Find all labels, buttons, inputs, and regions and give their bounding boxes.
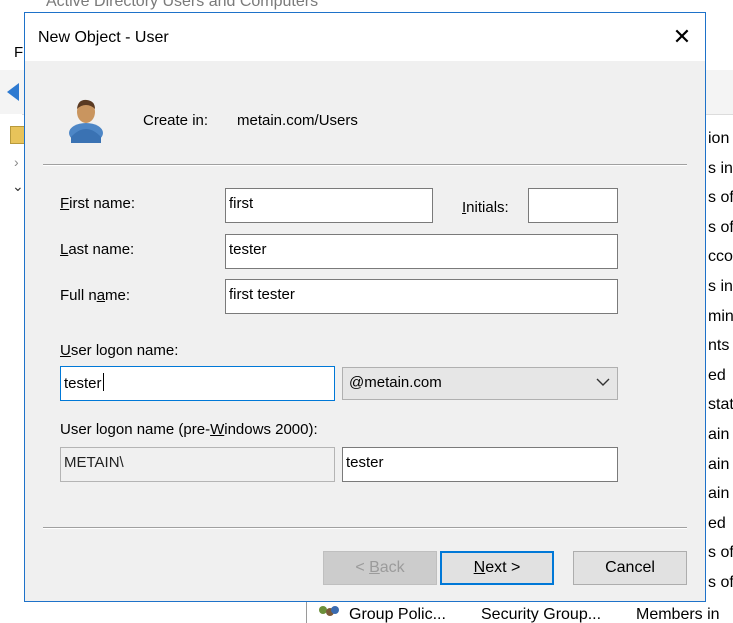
last-name-label: Last name: [60, 241, 135, 258]
text-caret [102, 373, 104, 391]
background-menu-file[interactable]: F [14, 44, 23, 61]
user-icon [69, 99, 103, 143]
background-list-cell-fragment: ed [708, 366, 726, 384]
background-list-cell-fragment: ain [708, 455, 730, 473]
dialog-title: New Object - User [38, 29, 169, 46]
upn-suffix-selected: @metain.com [349, 374, 442, 391]
background-list-cell-fragment: s of [708, 189, 733, 207]
cancel-button[interactable]: Cancel [573, 551, 687, 585]
background-list-cell-fragment: s of [708, 574, 733, 591]
chevron-down-icon [596, 378, 610, 386]
logon-name-value: tester [64, 375, 102, 392]
pre2000-domain-field: METAIN\ [60, 447, 335, 482]
back-arrow-icon[interactable] [7, 83, 19, 101]
separator-top [43, 164, 687, 166]
create-in-value: metain.com/Users [237, 112, 358, 129]
back-button[interactable]: < Back [323, 551, 437, 585]
first-name-label: First name: [60, 195, 136, 212]
pre2000-logon-label: User logon name (pre-Windows 2000): [60, 421, 318, 438]
initials-input[interactable] [528, 188, 618, 223]
background-list-cell-fragment: s of [708, 544, 733, 562]
background-list-row[interactable]: Group Polic... Security Group... Members… [306, 600, 733, 623]
background-list-cell-fragment: s in [708, 278, 733, 295]
background-list-description-column: ion s in s of s of cco s in min nts ed stat ain ain… [706, 120, 733, 600]
background-list-cell-fragment: s of [708, 218, 733, 236]
separator-bottom [43, 527, 687, 529]
dialog-titlebar[interactable]: New Object - User ✕ [25, 13, 705, 61]
upn-suffix-dropdown[interactable]: @metain.com [342, 367, 618, 400]
background-list-cell-fragment: ain [708, 485, 730, 503]
group-icon [319, 606, 341, 622]
chevron-right-icon[interactable]: › [14, 154, 19, 170]
background-list-cell-fragment: ain [708, 426, 730, 443]
close-icon[interactable]: ✕ [665, 21, 699, 53]
list-cell-description: Members in [636, 606, 720, 623]
background-list-cell-fragment: min [708, 307, 733, 325]
new-user-dialog: New Object - User ✕ Create in: metain.co… [24, 12, 706, 602]
full-name-label: Full name: [60, 287, 131, 304]
background-list-cell-fragment: cco [708, 248, 733, 266]
create-in-label: Create in: [143, 112, 209, 129]
pre2000-logon-input[interactable]: tester [342, 447, 618, 482]
background-list-cell-fragment: ion [708, 130, 730, 147]
first-name-input[interactable]: first [225, 188, 433, 223]
list-cell-name: Group Polic... [349, 606, 446, 623]
background-list-cell-fragment: s in [708, 159, 733, 177]
list-cell-type: Security Group... [481, 606, 602, 623]
background-list-cell-fragment: ed [708, 514, 726, 532]
chevron-down-icon[interactable]: ⌄ [12, 178, 24, 195]
full-name-input[interactable]: first tester [225, 279, 618, 314]
next-button[interactable]: Next > [440, 551, 554, 585]
logon-name-label: User logon name: [60, 342, 179, 359]
logon-name-input[interactable]: tester [60, 366, 335, 401]
background-window-title: Active Directory Users and Computers [46, 0, 319, 10]
background-list-cell-fragment: nts [708, 337, 730, 355]
last-name-input[interactable]: tester [225, 234, 618, 269]
background-list-cell-fragment: stat [708, 396, 733, 414]
initials-label: Initials: [462, 199, 509, 216]
